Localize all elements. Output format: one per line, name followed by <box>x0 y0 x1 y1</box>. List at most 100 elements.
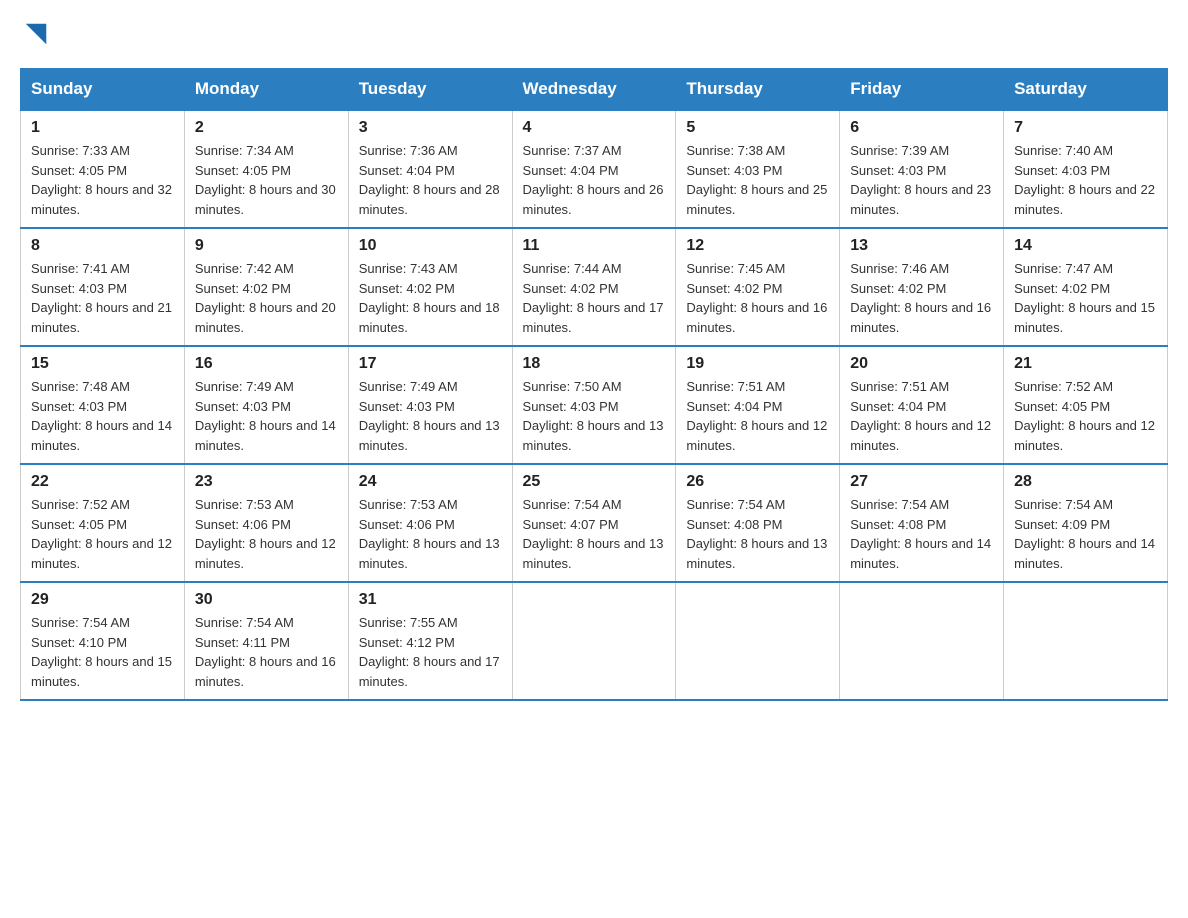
calendar-day-cell <box>512 582 676 700</box>
day-number: 19 <box>686 355 829 373</box>
day-info: Sunrise: 7:40 AM Sunset: 4:03 PM Dayligh… <box>1014 141 1157 219</box>
calendar-day-cell <box>840 582 1004 700</box>
day-number: 29 <box>31 591 174 609</box>
day-number: 5 <box>686 119 829 137</box>
calendar-day-cell: 12 Sunrise: 7:45 AM Sunset: 4:02 PM Dayl… <box>676 228 840 346</box>
page-header <box>20 20 1168 48</box>
calendar-day-cell: 21 Sunrise: 7:52 AM Sunset: 4:05 PM Dayl… <box>1004 346 1168 464</box>
day-number: 22 <box>31 473 174 491</box>
day-number: 1 <box>31 119 174 137</box>
day-number: 28 <box>1014 473 1157 491</box>
day-number: 20 <box>850 355 993 373</box>
logo <box>20 20 50 48</box>
calendar-week-row: 29 Sunrise: 7:54 AM Sunset: 4:10 PM Dayl… <box>21 582 1168 700</box>
day-info: Sunrise: 7:52 AM Sunset: 4:05 PM Dayligh… <box>1014 377 1157 455</box>
calendar-day-cell: 9 Sunrise: 7:42 AM Sunset: 4:02 PM Dayli… <box>184 228 348 346</box>
day-number: 6 <box>850 119 993 137</box>
calendar-day-cell: 1 Sunrise: 7:33 AM Sunset: 4:05 PM Dayli… <box>21 110 185 228</box>
calendar-day-cell: 2 Sunrise: 7:34 AM Sunset: 4:05 PM Dayli… <box>184 110 348 228</box>
day-number: 7 <box>1014 119 1157 137</box>
day-info: Sunrise: 7:43 AM Sunset: 4:02 PM Dayligh… <box>359 259 502 337</box>
day-number: 16 <box>195 355 338 373</box>
day-info: Sunrise: 7:39 AM Sunset: 4:03 PM Dayligh… <box>850 141 993 219</box>
calendar-week-row: 1 Sunrise: 7:33 AM Sunset: 4:05 PM Dayli… <box>21 110 1168 228</box>
calendar-day-cell <box>676 582 840 700</box>
day-info: Sunrise: 7:51 AM Sunset: 4:04 PM Dayligh… <box>686 377 829 455</box>
day-number: 25 <box>523 473 666 491</box>
day-of-week-header: Wednesday <box>512 69 676 111</box>
day-of-week-header: Sunday <box>21 69 185 111</box>
day-info: Sunrise: 7:37 AM Sunset: 4:04 PM Dayligh… <box>523 141 666 219</box>
day-number: 21 <box>1014 355 1157 373</box>
day-info: Sunrise: 7:46 AM Sunset: 4:02 PM Dayligh… <box>850 259 993 337</box>
day-info: Sunrise: 7:54 AM Sunset: 4:08 PM Dayligh… <box>850 495 993 573</box>
calendar-day-cell: 20 Sunrise: 7:51 AM Sunset: 4:04 PM Dayl… <box>840 346 1004 464</box>
day-number: 8 <box>31 237 174 255</box>
calendar-week-row: 8 Sunrise: 7:41 AM Sunset: 4:03 PM Dayli… <box>21 228 1168 346</box>
day-number: 23 <box>195 473 338 491</box>
day-of-week-header: Saturday <box>1004 69 1168 111</box>
calendar-day-cell: 24 Sunrise: 7:53 AM Sunset: 4:06 PM Dayl… <box>348 464 512 582</box>
calendar-day-cell: 28 Sunrise: 7:54 AM Sunset: 4:09 PM Dayl… <box>1004 464 1168 582</box>
day-info: Sunrise: 7:51 AM Sunset: 4:04 PM Dayligh… <box>850 377 993 455</box>
calendar-day-cell: 3 Sunrise: 7:36 AM Sunset: 4:04 PM Dayli… <box>348 110 512 228</box>
day-info: Sunrise: 7:54 AM Sunset: 4:11 PM Dayligh… <box>195 613 338 691</box>
day-number: 3 <box>359 119 502 137</box>
calendar-header-row: SundayMondayTuesdayWednesdayThursdayFrid… <box>21 69 1168 111</box>
calendar-day-cell: 11 Sunrise: 7:44 AM Sunset: 4:02 PM Dayl… <box>512 228 676 346</box>
day-number: 17 <box>359 355 502 373</box>
day-info: Sunrise: 7:44 AM Sunset: 4:02 PM Dayligh… <box>523 259 666 337</box>
calendar-day-cell: 13 Sunrise: 7:46 AM Sunset: 4:02 PM Dayl… <box>840 228 1004 346</box>
calendar-day-cell: 18 Sunrise: 7:50 AM Sunset: 4:03 PM Dayl… <box>512 346 676 464</box>
day-info: Sunrise: 7:49 AM Sunset: 4:03 PM Dayligh… <box>195 377 338 455</box>
day-info: Sunrise: 7:49 AM Sunset: 4:03 PM Dayligh… <box>359 377 502 455</box>
calendar-day-cell: 17 Sunrise: 7:49 AM Sunset: 4:03 PM Dayl… <box>348 346 512 464</box>
day-info: Sunrise: 7:54 AM Sunset: 4:07 PM Dayligh… <box>523 495 666 573</box>
calendar-day-cell: 10 Sunrise: 7:43 AM Sunset: 4:02 PM Dayl… <box>348 228 512 346</box>
day-info: Sunrise: 7:54 AM Sunset: 4:09 PM Dayligh… <box>1014 495 1157 573</box>
day-of-week-header: Thursday <box>676 69 840 111</box>
day-info: Sunrise: 7:52 AM Sunset: 4:05 PM Dayligh… <box>31 495 174 573</box>
day-number: 15 <box>31 355 174 373</box>
day-number: 14 <box>1014 237 1157 255</box>
day-of-week-header: Friday <box>840 69 1004 111</box>
day-info: Sunrise: 7:54 AM Sunset: 4:10 PM Dayligh… <box>31 613 174 691</box>
calendar-day-cell: 14 Sunrise: 7:47 AM Sunset: 4:02 PM Dayl… <box>1004 228 1168 346</box>
calendar-day-cell: 26 Sunrise: 7:54 AM Sunset: 4:08 PM Dayl… <box>676 464 840 582</box>
day-number: 4 <box>523 119 666 137</box>
calendar-table: SundayMondayTuesdayWednesdayThursdayFrid… <box>20 68 1168 701</box>
calendar-day-cell: 19 Sunrise: 7:51 AM Sunset: 4:04 PM Dayl… <box>676 346 840 464</box>
day-number: 9 <box>195 237 338 255</box>
calendar-day-cell: 23 Sunrise: 7:53 AM Sunset: 4:06 PM Dayl… <box>184 464 348 582</box>
calendar-day-cell: 4 Sunrise: 7:37 AM Sunset: 4:04 PM Dayli… <box>512 110 676 228</box>
calendar-day-cell: 8 Sunrise: 7:41 AM Sunset: 4:03 PM Dayli… <box>21 228 185 346</box>
logo-triangle-icon <box>22 20 50 48</box>
day-number: 30 <box>195 591 338 609</box>
calendar-day-cell: 27 Sunrise: 7:54 AM Sunset: 4:08 PM Dayl… <box>840 464 1004 582</box>
calendar-day-cell: 25 Sunrise: 7:54 AM Sunset: 4:07 PM Dayl… <box>512 464 676 582</box>
day-of-week-header: Monday <box>184 69 348 111</box>
day-number: 18 <box>523 355 666 373</box>
day-info: Sunrise: 7:42 AM Sunset: 4:02 PM Dayligh… <box>195 259 338 337</box>
day-number: 24 <box>359 473 502 491</box>
day-info: Sunrise: 7:53 AM Sunset: 4:06 PM Dayligh… <box>359 495 502 573</box>
day-of-week-header: Tuesday <box>348 69 512 111</box>
day-number: 12 <box>686 237 829 255</box>
calendar-day-cell <box>1004 582 1168 700</box>
day-info: Sunrise: 7:48 AM Sunset: 4:03 PM Dayligh… <box>31 377 174 455</box>
day-number: 26 <box>686 473 829 491</box>
day-info: Sunrise: 7:50 AM Sunset: 4:03 PM Dayligh… <box>523 377 666 455</box>
calendar-day-cell: 22 Sunrise: 7:52 AM Sunset: 4:05 PM Dayl… <box>21 464 185 582</box>
day-number: 10 <box>359 237 502 255</box>
day-number: 2 <box>195 119 338 137</box>
day-info: Sunrise: 7:34 AM Sunset: 4:05 PM Dayligh… <box>195 141 338 219</box>
day-info: Sunrise: 7:41 AM Sunset: 4:03 PM Dayligh… <box>31 259 174 337</box>
calendar-week-row: 22 Sunrise: 7:52 AM Sunset: 4:05 PM Dayl… <box>21 464 1168 582</box>
day-info: Sunrise: 7:55 AM Sunset: 4:12 PM Dayligh… <box>359 613 502 691</box>
calendar-day-cell: 7 Sunrise: 7:40 AM Sunset: 4:03 PM Dayli… <box>1004 110 1168 228</box>
day-info: Sunrise: 7:36 AM Sunset: 4:04 PM Dayligh… <box>359 141 502 219</box>
day-number: 31 <box>359 591 502 609</box>
calendar-day-cell: 29 Sunrise: 7:54 AM Sunset: 4:10 PM Dayl… <box>21 582 185 700</box>
calendar-day-cell: 6 Sunrise: 7:39 AM Sunset: 4:03 PM Dayli… <box>840 110 1004 228</box>
calendar-day-cell: 30 Sunrise: 7:54 AM Sunset: 4:11 PM Dayl… <box>184 582 348 700</box>
